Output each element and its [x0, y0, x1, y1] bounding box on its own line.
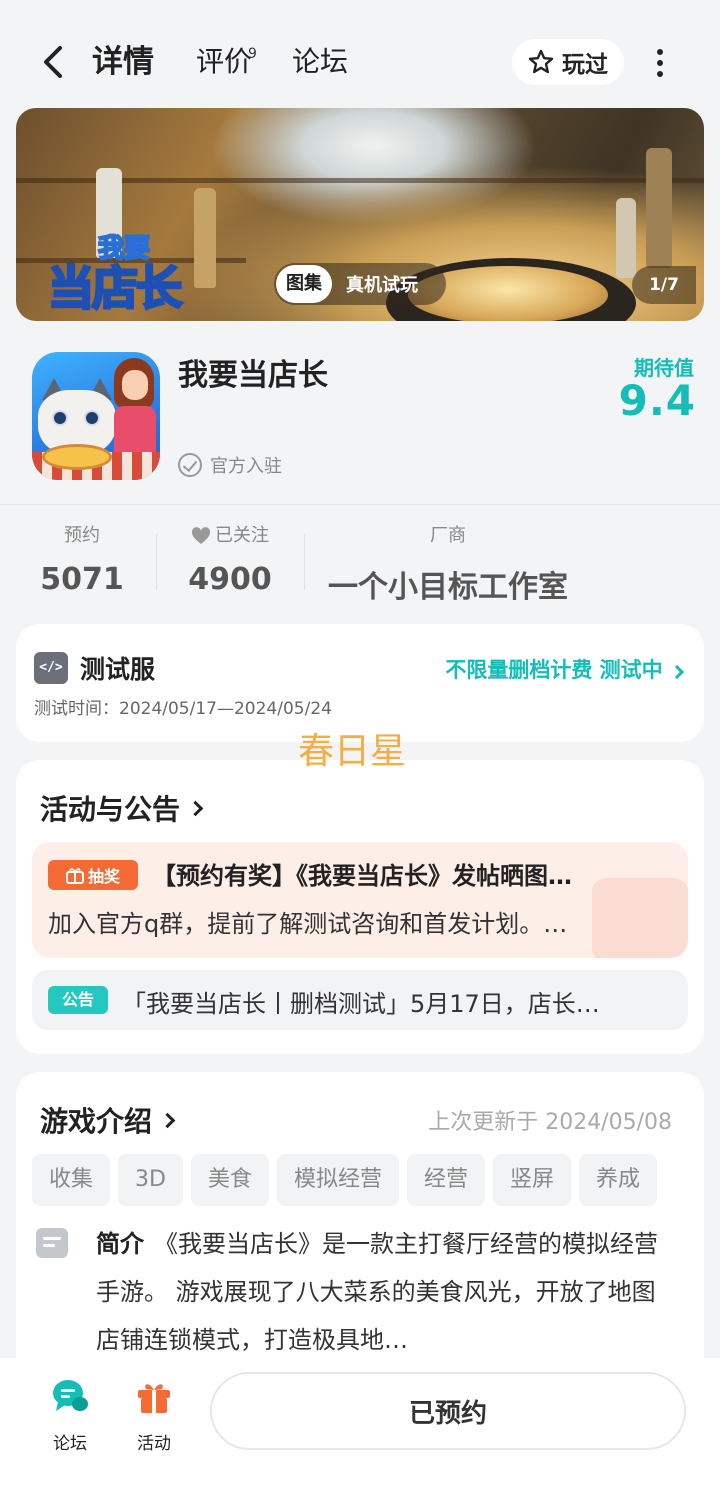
- expect-score-value: 9.4: [618, 376, 696, 425]
- stat-value: 4900: [188, 562, 272, 597]
- gift-icon: [65, 868, 84, 884]
- tag-chip[interactable]: 收集: [32, 1154, 111, 1206]
- stat-label: 预约: [64, 525, 100, 546]
- section-divider: [0, 504, 720, 505]
- tab-review-label: 评价: [196, 45, 253, 78]
- notice-item[interactable]: 公告 「我要当店长丨删档测试」5月17日，店长…: [32, 970, 688, 1030]
- game-logo: 我要 当店长: [47, 228, 198, 317]
- tab-forum[interactable]: 论坛: [292, 40, 348, 84]
- heart-icon: [191, 527, 211, 544]
- test-status-link[interactable]: 不限量删档计费 测试中: [445, 654, 685, 684]
- stat-label: 厂商: [430, 525, 466, 546]
- tag-chip[interactable]: 3D: [118, 1154, 183, 1206]
- lottery-tag: 抽奖: [48, 860, 138, 890]
- brief-content: 《我要当店长》是一款主打餐厅经营的模拟经营手游。 游戏展现了八大菜系的美食风光，…: [96, 1230, 658, 1354]
- tab-detail-label: 详情: [92, 44, 154, 80]
- trial-play-chip[interactable]: 真机试玩: [332, 271, 418, 297]
- tab-detail[interactable]: 详情: [92, 40, 154, 84]
- tab-forum-label: 论坛: [292, 45, 349, 78]
- document-icon: [36, 1228, 68, 1258]
- top-nav: 详情 评价 9 论坛 玩过: [0, 0, 720, 108]
- tag-chip[interactable]: 美食: [190, 1154, 269, 1206]
- test-time: 测试时间：2024/05/17—2024/05/24: [34, 699, 332, 719]
- event-title: 【预约有奖】《我要当店长》发帖晒图…: [152, 862, 572, 890]
- stat-followers[interactable]: 已关注 4900: [180, 522, 280, 597]
- stat-divider: [304, 534, 305, 590]
- app-title: 我要当店长: [178, 358, 328, 393]
- chevron-right-icon: [669, 664, 685, 680]
- game-intro-card: 游戏介绍 上次更新于 2024/05/08 收集 3D 美食 模拟经营 经营 竖屏 养成 简…: [16, 1072, 704, 1392]
- intro-title: 游戏介绍: [40, 1105, 153, 1138]
- tag-chip[interactable]: 经营: [406, 1154, 485, 1206]
- more-options-icon[interactable]: [644, 44, 676, 80]
- lottery-tag-label: 抽奖: [87, 867, 120, 886]
- forum-nav-button[interactable]: 论坛: [38, 1376, 102, 1454]
- game-logo-line2: 当店长: [47, 260, 184, 317]
- brief-text[interactable]: 简介 《我要当店长》是一款主打餐厅经营的模拟经营手游。 游戏展现了八大菜系的美食风…: [96, 1220, 676, 1364]
- stat-label: 已关注: [215, 525, 269, 546]
- activity-nav-button[interactable]: 活动: [122, 1376, 186, 1454]
- review-count-badge: 9: [248, 46, 257, 62]
- played-label: 玩过: [562, 52, 608, 78]
- tag-chip[interactable]: 养成: [579, 1154, 658, 1206]
- events-card: 活动与公告 抽奖 【预约有奖】《我要当店长》发帖晒图… 加入官方q群，提前了解测…: [16, 760, 704, 1054]
- test-status-text: 不限量删档计费 测试中: [445, 658, 663, 682]
- bottle-shape: [646, 148, 672, 268]
- brief-label: 简介: [96, 1230, 144, 1258]
- official-badge: 官方入驻: [178, 452, 282, 478]
- event-item[interactable]: 抽奖 【预约有奖】《我要当店长》发帖晒图… 加入官方q群，提前了解测试咨询和首发…: [32, 842, 688, 958]
- forum-nav-label: 论坛: [53, 1434, 87, 1454]
- code-icon: </>: [34, 652, 68, 684]
- gallery-chip[interactable]: 图集: [276, 265, 332, 303]
- bottle-shape: [616, 198, 636, 278]
- chat-bubble-icon: [53, 1380, 88, 1411]
- stat-divider: [156, 534, 157, 590]
- vendor-name: 一个小目标工作室: [328, 570, 568, 605]
- back-arrow-icon[interactable]: [36, 40, 72, 84]
- official-label: 官方入驻: [210, 456, 282, 477]
- last-updated: 上次更新于 2024/05/08: [428, 1110, 672, 1135]
- stat-value: 5071: [40, 562, 124, 597]
- notice-text: 「我要当店长丨删档测试」5月17日，店长…: [122, 990, 600, 1018]
- stat-reservations: 预约 5071: [32, 522, 132, 597]
- banner-page-indicator: 1/7: [632, 266, 696, 304]
- tab-review[interactable]: 评价 9: [196, 40, 257, 84]
- chevron-right-icon: [159, 1112, 176, 1128]
- verified-check-icon: [178, 453, 202, 477]
- bottom-action-bar: 论坛 活动 已预约: [0, 1358, 720, 1489]
- tag-chip[interactable]: 模拟经营: [276, 1154, 399, 1206]
- stat-vendor[interactable]: 厂商 一个小目标工作室: [318, 522, 578, 606]
- app-icon: [32, 352, 160, 480]
- activity-nav-label: 活动: [137, 1434, 171, 1454]
- gift-box-icon: [138, 1384, 170, 1413]
- events-title: 活动与公告: [40, 793, 181, 826]
- star-icon: [528, 49, 554, 74]
- tag-chip[interactable]: 竖屏: [493, 1154, 572, 1206]
- test-server-title: 测试服: [80, 655, 156, 684]
- intro-section-header[interactable]: 游戏介绍: [40, 1100, 176, 1140]
- notice-tag: 公告: [48, 986, 108, 1014]
- played-button[interactable]: 玩过: [512, 39, 624, 85]
- tag-list: 收集 3D 美食 模拟经营 经营 竖屏 养成: [32, 1154, 704, 1206]
- chevron-right-icon: [187, 800, 204, 816]
- banner-chip-group: 图集 真机试玩: [274, 263, 446, 305]
- reserved-button[interactable]: 已预约: [210, 1372, 686, 1450]
- event-description: 加入官方q群，提前了解测试咨询和首发计划。…: [48, 910, 568, 938]
- watermark-text: 春日星: [298, 731, 407, 772]
- stat-label-row: 已关注: [180, 522, 280, 550]
- events-section-header[interactable]: 活动与公告: [40, 788, 204, 828]
